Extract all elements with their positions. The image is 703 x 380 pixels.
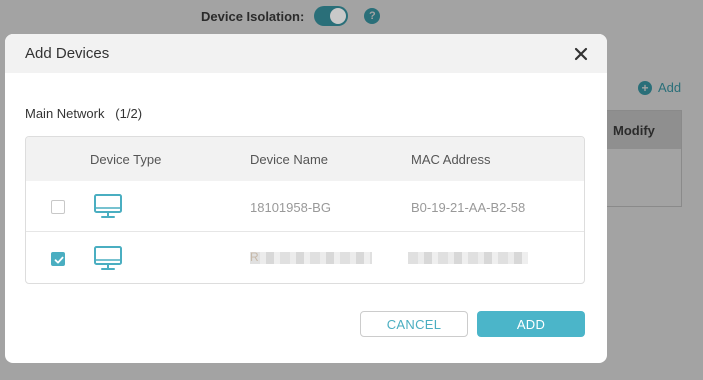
- help-icon[interactable]: ?: [364, 8, 381, 24]
- column-device-name: Device Name: [250, 152, 329, 167]
- device-isolation-setting: Device Isolation: ?: [201, 6, 381, 26]
- toggle-knob: [330, 8, 347, 24]
- row-checkbox[interactable]: [51, 200, 65, 214]
- add-device-link[interactable]: + Add: [638, 80, 681, 95]
- monitor-icon: [93, 245, 123, 274]
- mac-address-cell: B0-19-21-AA-B2-58: [411, 200, 526, 215]
- modify-column-header: Modify: [601, 111, 681, 149]
- add-devices-dialog: Add Devices Main Network (1/2) Device Ty…: [5, 34, 607, 363]
- monitor-icon: [93, 193, 123, 222]
- row-checkbox-checked[interactable]: [51, 252, 65, 266]
- close-icon[interactable]: [571, 44, 591, 64]
- dialog-header: Add Devices: [5, 34, 607, 73]
- column-mac-address: MAC Address: [411, 152, 491, 167]
- table-header: Device Type Device Name MAC Address: [26, 137, 584, 181]
- device-name-cell: R: [250, 250, 259, 264]
- dialog-title: Add Devices: [25, 45, 110, 62]
- background-table: Modify: [600, 110, 682, 207]
- add-link-label: Add: [658, 80, 682, 95]
- main-network-label: Main Network (1/2): [25, 106, 143, 121]
- devices-table: Device Type Device Name MAC Address 1810…: [25, 136, 585, 284]
- redacted-mac-address: [408, 252, 528, 264]
- table-row[interactable]: R: [26, 233, 584, 283]
- table-row[interactable]: 18101958-BG B0-19-21-AA-B2-58: [26, 181, 584, 232]
- column-device-type: Device Type: [90, 152, 162, 167]
- add-button[interactable]: ADD: [477, 311, 585, 337]
- plus-circle-icon: +: [638, 80, 652, 95]
- device-isolation-toggle[interactable]: [314, 6, 349, 26]
- device-isolation-label: Device Isolation:: [201, 8, 305, 24]
- redacted-device-name: [250, 252, 372, 264]
- cancel-button[interactable]: CANCEL: [360, 311, 468, 337]
- device-name-cell: 18101958-BG: [250, 200, 331, 215]
